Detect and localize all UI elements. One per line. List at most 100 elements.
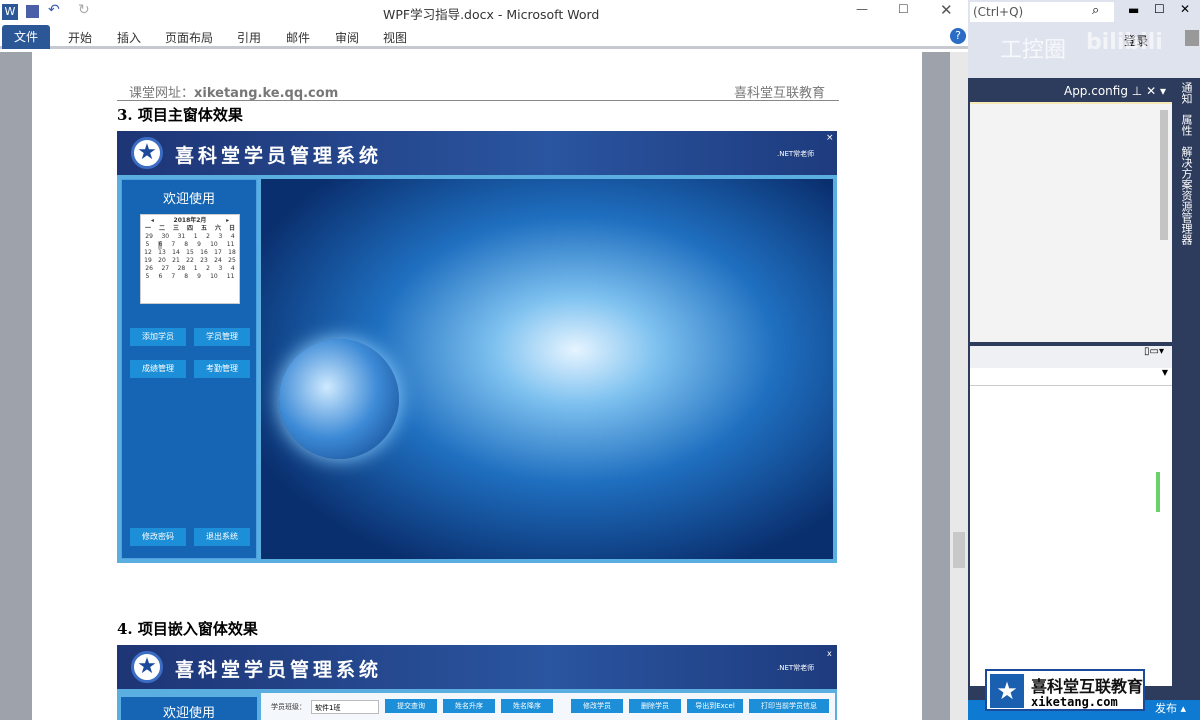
tab-review[interactable]: 审阅 xyxy=(335,29,359,46)
calendar-row: 12 13 14 15 16 17 18 xyxy=(141,249,239,257)
brand-name: 喜科堂互联教育 xyxy=(1031,677,1144,696)
user-label-2: .NET常老师 xyxy=(777,664,815,672)
tab-home[interactable]: 开始 xyxy=(68,29,92,46)
brand-watermark: ★ 喜科堂互联教育 xiketang.com xyxy=(985,669,1145,711)
watermark-bilibili: bilibili xyxy=(1086,30,1163,55)
export-excel-button: 导出到Excel xyxy=(687,699,743,713)
app-header-2: ★ 喜科堂学员管理系统 .NET常老师 x xyxy=(117,645,837,689)
calendar-cell: 4 xyxy=(230,233,235,240)
user-label: .NET常老师 xyxy=(777,150,815,158)
undo-icon[interactable]: ↶ xyxy=(48,2,60,18)
side-tab-solution-explorer[interactable]: 解决方案资源管理器 xyxy=(1180,146,1193,245)
tab-view[interactable]: 视图 xyxy=(383,29,407,46)
calendar-cell: 25 xyxy=(228,257,236,264)
calendar-cell: 9 xyxy=(197,273,201,280)
editor-pane xyxy=(970,102,1172,342)
save-icon[interactable] xyxy=(26,5,39,18)
calendar-cell: 3 xyxy=(218,265,223,272)
welcome-label-2: 欢迎使用 xyxy=(162,706,215,720)
vertical-scrollbar[interactable] xyxy=(950,52,968,720)
calendar-cell: 6 xyxy=(158,273,163,280)
score-manage-button: 成绩管理 xyxy=(130,360,186,378)
calendar-cell: 17 xyxy=(214,249,222,256)
add-student-button: 添加学员 xyxy=(130,328,186,346)
pin-icon[interactable]: ⊥ xyxy=(1132,84,1142,98)
tab-dropdown-icon[interactable]: ▾ xyxy=(1160,84,1166,98)
calendar-row: 一二三四五六日 xyxy=(141,225,239,233)
calendar-cell: 11 xyxy=(226,241,235,248)
title-bar: W ↶ ↻ WPF学习指导.docx - Microsoft Word — ☐ … xyxy=(0,0,968,25)
header-brand: 喜科堂互联教育 xyxy=(734,86,826,101)
calendar-row: 5 6 7 8 9 10 11 xyxy=(141,273,239,281)
print-student-button: 打印当前学员信息 xyxy=(749,699,829,713)
calendar-cell: 28 xyxy=(177,265,186,272)
app-config-tab[interactable]: App.config ⊥ ✕ ▾ xyxy=(968,82,1172,102)
watermark-text: 工控圈 xyxy=(1000,38,1067,63)
tab-mailings[interactable]: 邮件 xyxy=(286,29,310,46)
heading-4: 4. 项目嵌入窗体效果 xyxy=(117,620,258,638)
calendar-cell: 7 xyxy=(171,273,176,280)
calendar-cell: 五 xyxy=(200,225,207,232)
tab-layout[interactable]: 页面布局 xyxy=(165,29,213,46)
calendar-row: 26 27 28 1 2 3 4 xyxy=(141,265,239,273)
calendar-cell: 10 xyxy=(210,241,218,248)
globe-image xyxy=(279,339,399,459)
header-url-label: 课堂网址： xyxy=(129,86,195,101)
vs-maximize-button[interactable]: ☐ xyxy=(1154,2,1165,16)
search-icon[interactable]: ⌕ xyxy=(1092,3,1099,18)
calendar: ◂ 2018年2月 ▸ 一二三四五六日 29 30 31 1 2 3 4 5 6 7 8 9 10 11 12 13… xyxy=(140,214,240,304)
tab-file[interactable]: 文件 xyxy=(2,25,50,49)
star-logo-icon: ★ xyxy=(131,137,163,169)
vs-close-button[interactable]: ✕ xyxy=(1180,2,1190,16)
vs-minimize-button[interactable]: ▬ xyxy=(1128,3,1139,17)
publish-label[interactable]: 发布 xyxy=(1155,702,1177,715)
embedded-window-screenshot: ★ 喜科堂学员管理系统 .NET常老师 x 欢迎使用 学员班级： 软件1班 提交… xyxy=(117,645,837,720)
side-tab-properties[interactable]: 属性 xyxy=(1180,114,1193,136)
calendar-row: 29 30 31 1 2 3 4 xyxy=(141,233,239,241)
calendar-cell: 22 xyxy=(186,257,194,264)
properties-dropdown[interactable]: ▼ xyxy=(970,368,1172,386)
calendar-cell: 24 xyxy=(214,257,222,264)
calendar-cell: 2 xyxy=(206,233,210,240)
delete-student-button: 删除学员 xyxy=(629,699,681,713)
side-tabs: 通知 属性 解决方案资源管理器 xyxy=(1180,82,1196,245)
calendar-cell: 13 xyxy=(158,249,166,256)
header-url-value: xiketang.ke.qq.com xyxy=(194,86,339,101)
heading-3: 3. 项目主窗体效果 xyxy=(117,106,243,124)
sort-desc-button: 姓名降序 xyxy=(501,699,553,713)
app-title-2: 喜科堂学员管理系统 xyxy=(175,659,383,681)
calendar-cell: 6 xyxy=(158,241,163,249)
calendar-cell: 二 xyxy=(158,225,165,232)
app-sidebar-2: 欢迎使用 xyxy=(121,697,257,720)
maximize-button[interactable]: ☐ xyxy=(898,2,909,16)
app-header: ★ 喜科堂学员管理系统 .NET常老师 × xyxy=(117,131,837,175)
tab-close-icon[interactable]: ✕ xyxy=(1146,84,1156,98)
calendar-cell: 8 xyxy=(184,241,189,248)
calendar-cell: 21 xyxy=(172,257,180,264)
class-label: 学员班级： xyxy=(271,703,306,711)
calendar-cell: 2 xyxy=(206,265,210,272)
word-icon: W xyxy=(2,4,18,20)
calendar-cell: 三 xyxy=(172,225,179,232)
minimize-button[interactable]: — xyxy=(856,2,868,16)
class-select: 软件1班 xyxy=(311,700,379,714)
calendar-cell: 15 xyxy=(186,249,194,256)
calendar-cell: 9 xyxy=(197,241,201,248)
tab-references[interactable]: 引用 xyxy=(237,29,261,46)
calendar-cell: 5 xyxy=(145,273,150,280)
close-button[interactable]: ✕ xyxy=(940,1,953,19)
tab-insert[interactable]: 插入 xyxy=(117,29,141,46)
side-tab-notifications[interactable]: 通知 xyxy=(1180,82,1193,104)
app-title: 喜科堂学员管理系统 xyxy=(175,145,383,167)
calendar-cell: 1 xyxy=(193,233,198,240)
user-avatar-icon[interactable] xyxy=(1185,30,1199,46)
redo-icon[interactable]: ↻ xyxy=(78,2,90,18)
view-toggle-icons[interactable]: ▯▭▾ xyxy=(970,346,1172,368)
calendar-cell: 19 xyxy=(144,257,152,264)
calendar-cell: 8 xyxy=(184,273,189,280)
calendar-cell: 16 xyxy=(200,249,208,256)
brand-url: xiketang.com xyxy=(1031,695,1118,709)
calendar-cell: 12 xyxy=(144,249,152,256)
header-url: 课堂网址：xiketang.ke.qq.com xyxy=(129,82,338,101)
help-icon[interactable]: ? xyxy=(950,28,966,44)
